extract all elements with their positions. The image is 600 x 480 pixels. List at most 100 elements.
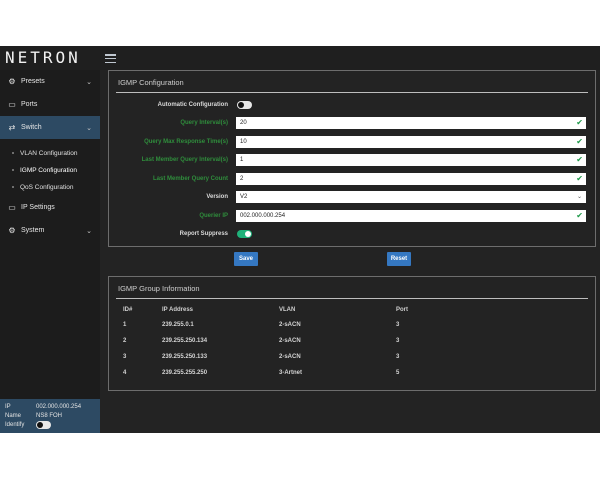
field-label: Last Member Query Count (152, 176, 228, 182)
device-info-footer: IP 002.000.000.254 Name NS8 FOH Identify (0, 399, 100, 433)
divider (116, 92, 588, 93)
bullet-dot-icon (12, 152, 14, 154)
ip-value: 002.000.000.254 (36, 403, 82, 410)
cell-ip-address: 239.255.250.133 (162, 354, 208, 360)
cell-ip-address: 239.255.250.134 (162, 338, 208, 344)
field-label: Query Max Response Time(s) (144, 139, 228, 145)
automatic-configuration-row: Automatic Configuration (109, 99, 587, 112)
chevron-down-icon: ⌄ (86, 227, 92, 235)
shuffle-icon: ⇄ (8, 123, 16, 132)
last-member-query-count-input[interactable]: 2 ✔ (236, 173, 586, 185)
sidebar-subitem-label: QoS Configuration (20, 184, 74, 191)
input-value: 10 (240, 139, 247, 145)
toggle-knob (238, 102, 244, 108)
bullet-dot-icon (12, 186, 14, 188)
sidebar-item-ports[interactable]: ▭ Ports (0, 93, 100, 116)
sidebar-item-label: System (21, 227, 45, 234)
chevron-down-icon: ⌄ (86, 78, 92, 86)
netron-logo: NETRON (5, 48, 81, 67)
menu-hamburger-icon[interactable] (105, 54, 116, 64)
input-value: 1 (240, 157, 244, 163)
cell-ip-address: 239.255.0.1 (162, 322, 194, 328)
field-label: Version (206, 194, 228, 200)
table-row: 1 239.255.0.1 2-sACN 3 (109, 322, 587, 332)
check-icon: ✔ (576, 174, 583, 183)
monitor-icon: ▭ (8, 203, 16, 212)
input-value: 20 (240, 120, 247, 126)
query-interval-input[interactable]: 20 ✔ (236, 117, 586, 129)
query-interval-row: Query Interval(s) 20 ✔ (109, 117, 587, 130)
last-member-query-interval-input[interactable]: 1 ✔ (236, 154, 586, 166)
check-icon: ✔ (576, 211, 583, 220)
table-header: ID# IP Address VLAN Port (109, 307, 587, 317)
panel-title: IGMP Configuration (118, 78, 184, 87)
bullet-dot-icon (12, 169, 14, 171)
sidebar-subitem-vlan-configuration[interactable]: VLAN Configuration (0, 145, 100, 162)
cell-id: 2 (123, 338, 127, 344)
sidebar-item-switch[interactable]: ⇄ Switch ⌄ (0, 116, 100, 139)
field-label: Querier IP (199, 213, 228, 219)
query-max-response-row: Query Max Response Time(s) 10 ✔ (109, 136, 587, 149)
cell-port: 3 (396, 354, 400, 360)
identify-key: Identify (5, 421, 25, 428)
column-header-port: Port (396, 307, 408, 313)
sidebar-subitem-qos-configuration[interactable]: QoS Configuration (0, 179, 100, 196)
sidebar-subitem-label: IGMP Configuration (20, 167, 77, 174)
cell-vlan: 3-Artnet (279, 370, 303, 376)
panel-title: IGMP Group Information (118, 284, 200, 293)
ip-key: IP (5, 403, 11, 410)
top-bar: NETRON (0, 46, 600, 70)
cell-vlan: 2-sACN (279, 354, 301, 360)
sidebar-subitem-label: VLAN Configuration (20, 150, 78, 157)
cell-id: 1 (123, 322, 127, 328)
save-button[interactable]: Save (234, 252, 258, 266)
name-key: Name (5, 412, 22, 419)
cell-port: 5 (396, 370, 400, 376)
table-row: 4 239.255.255.250 3-Artnet 5 (109, 370, 587, 380)
automatic-configuration-toggle[interactable] (237, 101, 252, 109)
field-label: Automatic Configuration (157, 102, 228, 108)
cell-vlan: 2-sACN (279, 322, 301, 328)
igmp-group-information-panel: IGMP Group Information ID# IP Address VL… (108, 276, 596, 391)
report-suppress-toggle[interactable] (237, 230, 252, 238)
input-value: 002.000.000.254 (240, 213, 286, 219)
querier-ip-row: Querier IP 002.000.000.254 ✔ (109, 210, 587, 223)
querier-ip-input[interactable]: 002.000.000.254 ✔ (236, 210, 586, 222)
last-member-query-count-row: Last Member Query Count 2 ✔ (109, 173, 587, 186)
column-header-id: ID# (123, 307, 133, 313)
sidebar-item-label: Ports (21, 101, 38, 108)
input-value: 2 (240, 176, 244, 182)
last-member-query-interval-row: Last Member Query Interval(s) 1 ✔ (109, 154, 587, 167)
version-select[interactable]: V2 ⌄ (236, 191, 586, 203)
sidebar-item-label: Presets (21, 78, 45, 85)
field-label: Last Member Query Interval(s) (141, 157, 228, 163)
sidebar-item-presets[interactable]: ⚙ Presets ⌄ (0, 70, 100, 93)
reset-button[interactable]: Reset (387, 252, 411, 266)
monitor-icon: ▭ (8, 100, 16, 109)
query-max-response-input[interactable]: 10 ✔ (236, 136, 586, 148)
table-row: 3 239.255.250.133 2-sACN 3 (109, 354, 587, 364)
select-value: V2 (240, 194, 248, 200)
chevron-down-icon: ⌄ (86, 124, 92, 132)
field-label: Report Suppress (179, 231, 228, 237)
check-icon: ✔ (576, 137, 583, 146)
sidebar: ⚙ Presets ⌄ ▭ Ports ⇄ Switch ⌄ VLAN Conf… (0, 70, 100, 433)
sidebar-item-ip-settings[interactable]: ▭ IP Settings (0, 196, 100, 219)
table-row: 2 239.255.250.134 2-sACN 3 (109, 338, 587, 348)
check-icon: ✔ (576, 118, 583, 127)
gear-icon: ⚙ (8, 77, 16, 86)
cell-id: 4 (123, 370, 127, 376)
name-value: NS8 FOH (36, 412, 63, 419)
sidebar-item-label: IP Settings (21, 204, 55, 211)
cell-id: 3 (123, 354, 127, 360)
field-label: Query Interval(s) (180, 120, 228, 126)
gear-icon: ⚙ (8, 226, 16, 235)
sidebar-item-system[interactable]: ⚙ System ⌄ (0, 219, 100, 242)
toggle-knob (37, 421, 43, 428)
divider (116, 298, 588, 299)
sidebar-subitem-igmp-configuration[interactable]: IGMP Configuration (0, 162, 100, 179)
chevron-down-icon: ⌄ (576, 194, 582, 200)
report-suppress-row: Report Suppress (109, 228, 587, 241)
identify-toggle[interactable] (36, 420, 51, 429)
cell-port: 3 (396, 322, 400, 328)
